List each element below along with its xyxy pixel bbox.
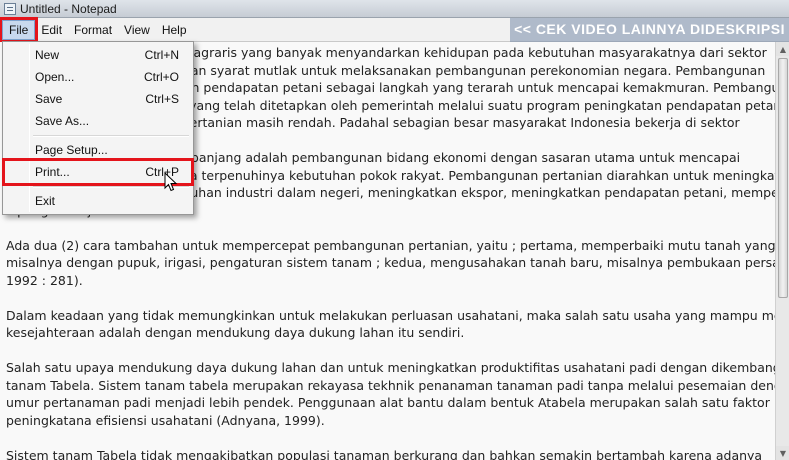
menu-item-label: Save As... — [35, 114, 90, 128]
notepad-icon — [4, 2, 16, 15]
text-line: peningkatana efisiensi usahatani (Adnyan… — [6, 412, 325, 428]
vertical-scrollbar[interactable]: ▲ ▼ — [775, 42, 789, 460]
menu-format[interactable]: Format — [68, 20, 118, 40]
menu-item-save[interactable]: Save Ctrl+S — [5, 88, 191, 110]
text-line: 1992 : 281). — [6, 272, 83, 288]
menu-item-label: Save — [35, 92, 63, 106]
menu-item-save-as[interactable]: Save As... — [5, 110, 191, 132]
text-line: Dalam keadaan yang tidak memungkinkan un… — [6, 307, 775, 323]
menu-item-label: Open... — [35, 70, 75, 84]
menu-item-new[interactable]: New Ctrl+N — [5, 44, 191, 66]
menu-edit[interactable]: Edit — [35, 20, 68, 40]
text-line: Ada dua (2) cara tambahan untuk memperce… — [6, 237, 775, 253]
menu-item-shortcut: Ctrl+O — [143, 70, 179, 84]
menu-file[interactable]: File — [0, 16, 39, 43]
menu-help[interactable]: Help — [156, 20, 193, 40]
text-line: kesejahteraan adalah dengan mendukung da… — [6, 325, 465, 340]
text-line: tanam Tabela. Sistem tanam tabela merupa… — [6, 377, 775, 393]
scroll-down-icon[interactable]: ▼ — [776, 446, 789, 460]
text-line: Salah satu upaya mendukung daya dukung l… — [6, 360, 775, 375]
menu-item-page-setup[interactable]: Page Setup... — [5, 139, 191, 161]
menu-item-shortcut: Ctrl+N — [144, 48, 179, 62]
scroll-up-icon[interactable]: ▲ — [776, 42, 789, 56]
menu-item-label: Page Setup... — [35, 143, 108, 157]
menu-separator — [5, 132, 191, 139]
menu-item-shortcut: Ctrl+S — [145, 92, 179, 106]
menu-item-label: Exit — [35, 194, 56, 208]
scroll-thumb[interactable] — [778, 58, 788, 298]
menu-item-label: New — [35, 48, 60, 62]
promo-banner: << CEK VIDEO LAINNYA DIDESKRIPSI — [510, 18, 789, 42]
title-bar: Untitled - Notepad — [0, 0, 789, 18]
menu-view[interactable]: View — [118, 20, 156, 40]
text-line: Sistem tanam Tabela tidak mengakibatkan … — [6, 447, 763, 460]
text-line: misalnya dengan pupuk, irigasi, pengatur… — [6, 255, 775, 270]
menu-item-exit[interactable]: Exit — [5, 190, 191, 212]
window-title: Untitled - Notepad — [20, 1, 117, 16]
menu-item-label: Print... — [35, 165, 70, 179]
menu-item-open[interactable]: Open... Ctrl+O — [5, 66, 191, 88]
mouse-pointer-icon — [164, 172, 178, 192]
text-line: umur pertanaman padi menjadi lebih pende… — [6, 395, 770, 410]
